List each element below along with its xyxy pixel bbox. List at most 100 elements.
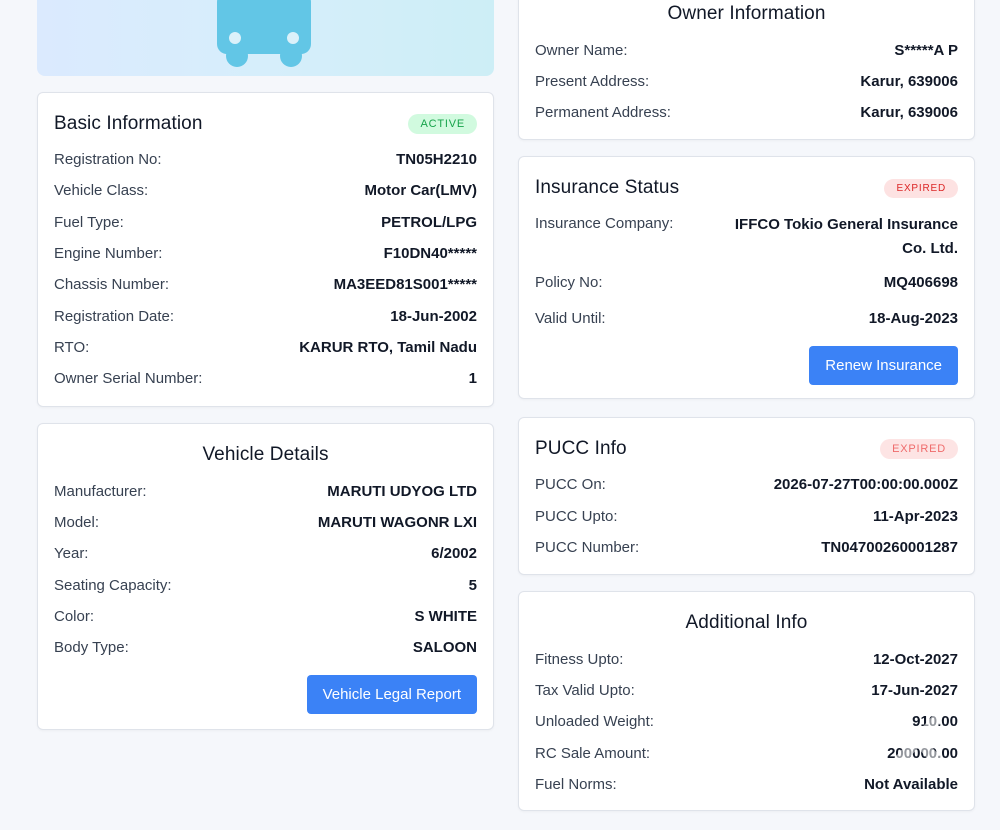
row-value: S*****A P <box>894 42 958 59</box>
row-label: Body Type: <box>54 639 129 656</box>
card-title: Basic Information <box>54 113 203 134</box>
info-row: PUCC Upto: 11-Apr-2023 <box>535 506 958 528</box>
row-value: 6/2002 <box>431 545 477 562</box>
card-title: Additional Info <box>685 612 808 633</box>
row-value: MA3EED81S001***** <box>333 276 477 293</box>
info-row: Unloaded Weight: 910.00 <box>535 711 958 733</box>
status-badge: EXPIRED <box>884 178 958 198</box>
info-row: Chassis Number: MA3EED81S001***** <box>54 274 477 296</box>
info-row: Policy No: MQ406698 <box>535 272 958 294</box>
info-row: Valid Until: 18-Aug-2023 <box>535 308 958 330</box>
info-row: Body Type: SALOON <box>54 637 477 659</box>
info-row: Insurance Company: IFFCO Tokio General I… <box>535 213 958 261</box>
row-label: Chassis Number: <box>54 276 170 293</box>
row-value: PETROL/LPG <box>381 214 477 231</box>
row-value: 12-Oct-2027 <box>872 651 958 668</box>
row-label: Insurance Company: <box>535 215 674 232</box>
row-label: Year: <box>54 545 89 562</box>
row-label: RC Sale Amount: <box>535 745 651 762</box>
row-value: Karur, 639006 <box>860 104 958 121</box>
card-title: Owner Information <box>667 3 826 24</box>
row-value: 18-Aug-2023 <box>868 310 958 327</box>
row-value: IFFCO Tokio General Insurance Co. Ltd. <box>734 216 958 257</box>
info-row: Fitness Upto: 12-Oct-2027 <box>535 649 958 671</box>
row-label: Policy No: <box>535 274 603 291</box>
insurance-status-card: Insurance Status EXPIRED Insurance Compa… <box>518 156 975 399</box>
row-label: Owner Name: <box>535 42 628 59</box>
info-row: PUCC Number: TN04700260001287 <box>535 537 958 559</box>
row-label: PUCC Upto: <box>535 508 618 525</box>
row-label: Unloaded Weight: <box>535 713 654 730</box>
info-row: Year: 6/2002 <box>54 543 477 565</box>
row-label: Tax Valid Upto: <box>535 682 635 699</box>
row-label: Vehicle Class: <box>54 182 149 199</box>
info-row: Vehicle Class: Motor Car(LMV) <box>54 180 477 202</box>
row-value: MARUTI WAGONR LXI <box>317 514 477 531</box>
info-row: PUCC On: 2026-07-27T00:00:00.000Z <box>535 474 958 496</box>
vehicle-legal-report-button[interactable]: Vehicle Legal Report <box>306 675 477 714</box>
car-icon <box>217 0 311 67</box>
card-title: PUCC Info <box>535 438 627 459</box>
info-row: Fuel Type: PETROL/LPG <box>54 212 477 234</box>
info-row: Present Address: Karur, 639006 <box>535 71 958 93</box>
pucc-info-card: PUCC Info EXPIRED PUCC On: 2026-07-27T00… <box>518 417 975 575</box>
row-value: TN04700260001287 <box>821 539 958 556</box>
row-label: Owner Serial Number: <box>54 370 203 387</box>
row-label: Fitness Upto: <box>535 651 624 668</box>
info-row: Seating Capacity: 5 <box>54 575 477 597</box>
row-label: Fuel Type: <box>54 214 124 231</box>
row-value: S WHITE <box>414 608 478 625</box>
row-value: 2026-07-27T00:00:00.000Z <box>773 476 958 493</box>
status-badge: EXPIRED <box>880 439 958 459</box>
row-label: Color: <box>54 608 95 625</box>
row-label: Registration No: <box>54 151 162 168</box>
row-label: PUCC Number: <box>535 539 640 556</box>
hero-banner <box>37 0 494 76</box>
row-value: Not Available <box>864 776 958 793</box>
info-row: Registration No: TN05H2210 <box>54 149 477 171</box>
row-label: Valid Until: <box>535 310 606 327</box>
row-value: TN05H2210 <box>396 151 477 168</box>
row-value: KARUR RTO, Tamil Nadu <box>299 339 477 356</box>
row-value: 1 <box>468 370 477 387</box>
row-value: Motor Car(LMV) <box>364 182 478 199</box>
row-value: 18-Jun-2002 <box>390 308 477 325</box>
row-value: MARUTI UDYOG LTD <box>327 483 477 500</box>
card-title: Insurance Status <box>535 177 680 198</box>
row-value: 910.00 <box>912 713 958 730</box>
status-badge: ACTIVE <box>408 114 477 134</box>
row-value: 200000.00 <box>887 745 958 762</box>
row-value: F10DN40***** <box>383 245 477 262</box>
info-row: Owner Serial Number: 1 <box>54 368 477 390</box>
info-row: RC Sale Amount: 200000.00 <box>535 743 958 765</box>
info-row: Owner Name: S*****A P <box>535 40 958 62</box>
basic-information-card: Basic Information ACTIVE Registration No… <box>37 92 494 407</box>
info-row: Manufacturer: MARUTI UDYOG LTD <box>54 481 477 503</box>
row-value: 5 <box>468 577 477 594</box>
row-value: 11-Apr-2023 <box>872 508 958 525</box>
row-label: Present Address: <box>535 73 650 90</box>
row-label: Manufacturer: <box>54 483 147 500</box>
info-row: Registration Date: 18-Jun-2002 <box>54 306 477 328</box>
owner-information-card: Owner Information Owner Name: S*****A P … <box>518 0 975 140</box>
row-value: 17-Jun-2027 <box>871 682 958 699</box>
row-value: SALOON <box>412 639 477 656</box>
row-label: Permanent Address: <box>535 104 671 121</box>
row-label: Fuel Norms: <box>535 776 617 793</box>
row-value: Karur, 639006 <box>860 73 958 90</box>
info-row: Permanent Address: Karur, 639006 <box>535 102 958 124</box>
vehicle-details-card: Vehicle Details Manufacturer: MARUTI UDY… <box>37 423 494 730</box>
row-label: RTO: <box>54 339 90 356</box>
renew-insurance-button[interactable]: Renew Insurance <box>809 346 958 385</box>
row-label: Model: <box>54 514 100 531</box>
info-row: Engine Number: F10DN40***** <box>54 243 477 265</box>
card-title: Vehicle Details <box>202 444 329 465</box>
info-row: Color: S WHITE <box>54 606 477 628</box>
info-row: Tax Valid Upto: 17-Jun-2027 <box>535 680 958 702</box>
row-label: Engine Number: <box>54 245 163 262</box>
row-label: PUCC On: <box>535 476 606 493</box>
info-row: Fuel Norms: Not Available <box>535 774 958 796</box>
row-label: Seating Capacity: <box>54 577 172 594</box>
row-label: Registration Date: <box>54 308 175 325</box>
row-value: MQ406698 <box>883 274 958 291</box>
